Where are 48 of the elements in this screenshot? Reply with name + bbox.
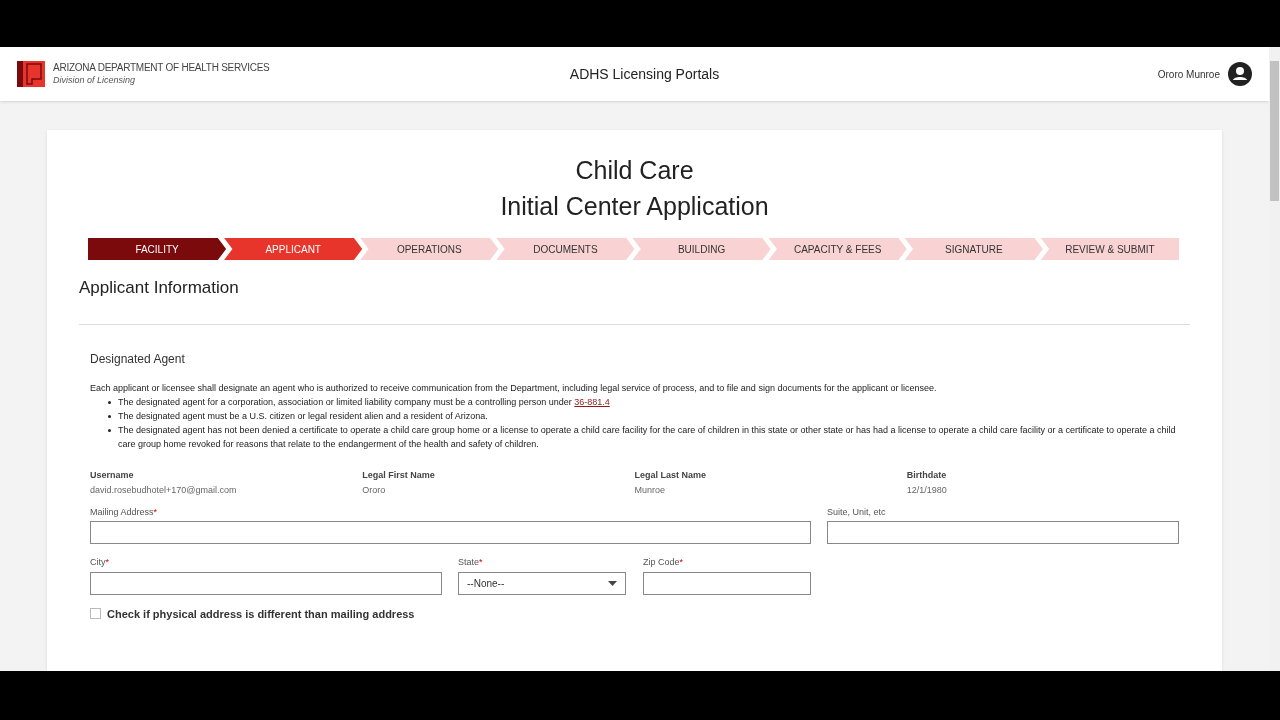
step-tab[interactable]: BUILDING (632, 238, 771, 260)
text-field[interactable] (90, 571, 442, 595)
field-label: Suite, Unit, etc (827, 505, 886, 519)
text-field[interactable] (90, 521, 811, 544)
division-name: Division of Licensing (53, 74, 137, 86)
portal-title: ADHS Licensing Portals (569, 64, 720, 84)
field-label: City (90, 556, 106, 569)
field-label: Mailing Address (90, 505, 154, 519)
info-value: 12/1/1980 (906, 484, 948, 497)
agent-heading: Designated Agent (90, 350, 186, 368)
required-mark: * (105, 556, 109, 569)
agent-rule: The designated agent for a corporation, association or limited liability company must be a controlling person under 36-881.4 (118, 395, 610, 409)
info-value: david.rosebudhotel+170@gmail.com (90, 484, 238, 497)
required-mark: * (153, 505, 158, 519)
info-value: Ororo (362, 484, 387, 497)
info-label: Legal First Name (362, 468, 436, 482)
dropdown-caret-icon (608, 580, 617, 586)
step-tab[interactable]: APPLICANT (224, 238, 363, 260)
step-tab[interactable]: DOCUMENTS (496, 238, 635, 260)
text-field[interactable] (827, 521, 1179, 544)
statute-link[interactable]: 36-881.4 (574, 396, 610, 407)
step-tab[interactable]: FACILITY (88, 238, 227, 260)
section-title: Applicant Information (79, 275, 1190, 325)
info-label: Legal Last Name (634, 468, 708, 482)
required-mark: * (479, 556, 483, 569)
info-label: Username (90, 468, 135, 482)
user-name[interactable]: Ororo Munroe (1157, 66, 1220, 82)
checkbox[interactable] (90, 608, 101, 620)
step-tab[interactable]: OPERATIONS (360, 238, 499, 260)
step-tab[interactable]: REVIEW & SUBMIT (1040, 238, 1179, 260)
page-title: Child Care (575, 155, 694, 186)
field-label: Zip Code (643, 556, 680, 569)
org-name: ARIZONA DEPARTMENT OF HEALTH SERVICES (53, 62, 270, 75)
agent-rule: The designated agent must be a U.S. citizen or legal resident alien and a resident of Arizona. (118, 409, 488, 423)
logo-icon (17, 61, 45, 87)
user-avatar-icon[interactable] (1228, 62, 1252, 86)
field-label: State (458, 556, 479, 569)
step-tab[interactable]: SIGNATURE (904, 238, 1043, 260)
required-mark: * (679, 556, 684, 569)
info-label: Birthdate (906, 468, 948, 482)
step-tab[interactable]: CAPACITY & FEES (768, 238, 907, 260)
checkbox-label: Check if physical address is different than mailing address (107, 606, 415, 622)
agent-intro: Each applicant or licensee shall designate an agent who is authorized to receive communication from the Department, including legal service of process, and to file and sign documents for the applicant or licensee. (90, 381, 938, 395)
page-title: Initial Center Application (500, 191, 769, 222)
state-select[interactable]: --None-- (458, 571, 626, 595)
text-field[interactable] (643, 571, 811, 595)
agent-rule: The designated agent has not been denied a certificate to operate a child care group home or a license to operate a child care facility for the care of children in this state or other state or has had a license to operate a child care facility or a certificate to operate a child care group home revoked for reasons that relate to the endangerment of the health and safety of children. (118, 423, 1177, 451)
info-value: Munroe (634, 484, 666, 497)
